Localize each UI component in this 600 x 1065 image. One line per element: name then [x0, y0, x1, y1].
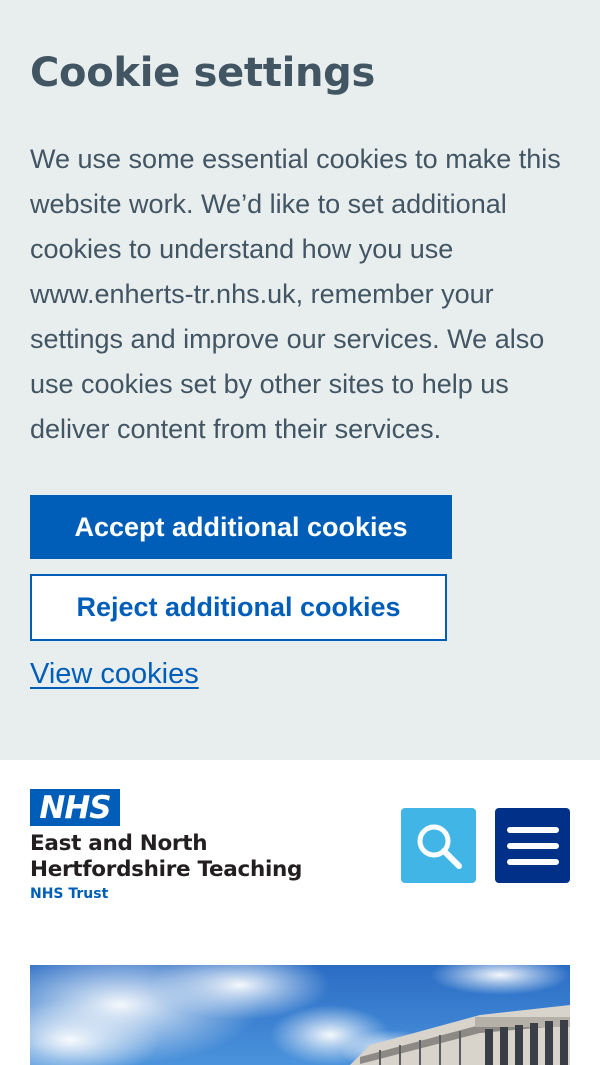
hero-image — [30, 965, 570, 1065]
hero-photo — [30, 965, 570, 1065]
cookie-description: We use some essential cookies to make th… — [30, 144, 561, 444]
nhs-logo[interactable]: NHS — [30, 789, 120, 826]
hamburger-menu-icon — [506, 826, 559, 865]
cookie-banner: Cookie settings We use some essential co… — [0, 0, 600, 760]
organisation-name-line2: Hertfordshire Teaching — [30, 857, 303, 882]
search-icon — [417, 824, 462, 869]
organisation-name[interactable]: East and North Hertfordshire Teaching — [30, 831, 302, 883]
reject-cookies-button[interactable]: Reject additional cookies — [30, 574, 447, 641]
accept-cookies-button[interactable]: Accept additional cookies — [30, 495, 452, 559]
organisation-name-line1: East and North — [30, 831, 208, 856]
cookie-title: Cookie settings — [30, 50, 375, 96]
search-button[interactable] — [401, 808, 476, 883]
view-cookies-link[interactable]: View cookies — [30, 658, 199, 691]
menu-button[interactable] — [495, 808, 570, 883]
organisation-subtitle: NHS Trust — [30, 886, 109, 902]
nhs-logo-text: NHS — [39, 789, 111, 826]
